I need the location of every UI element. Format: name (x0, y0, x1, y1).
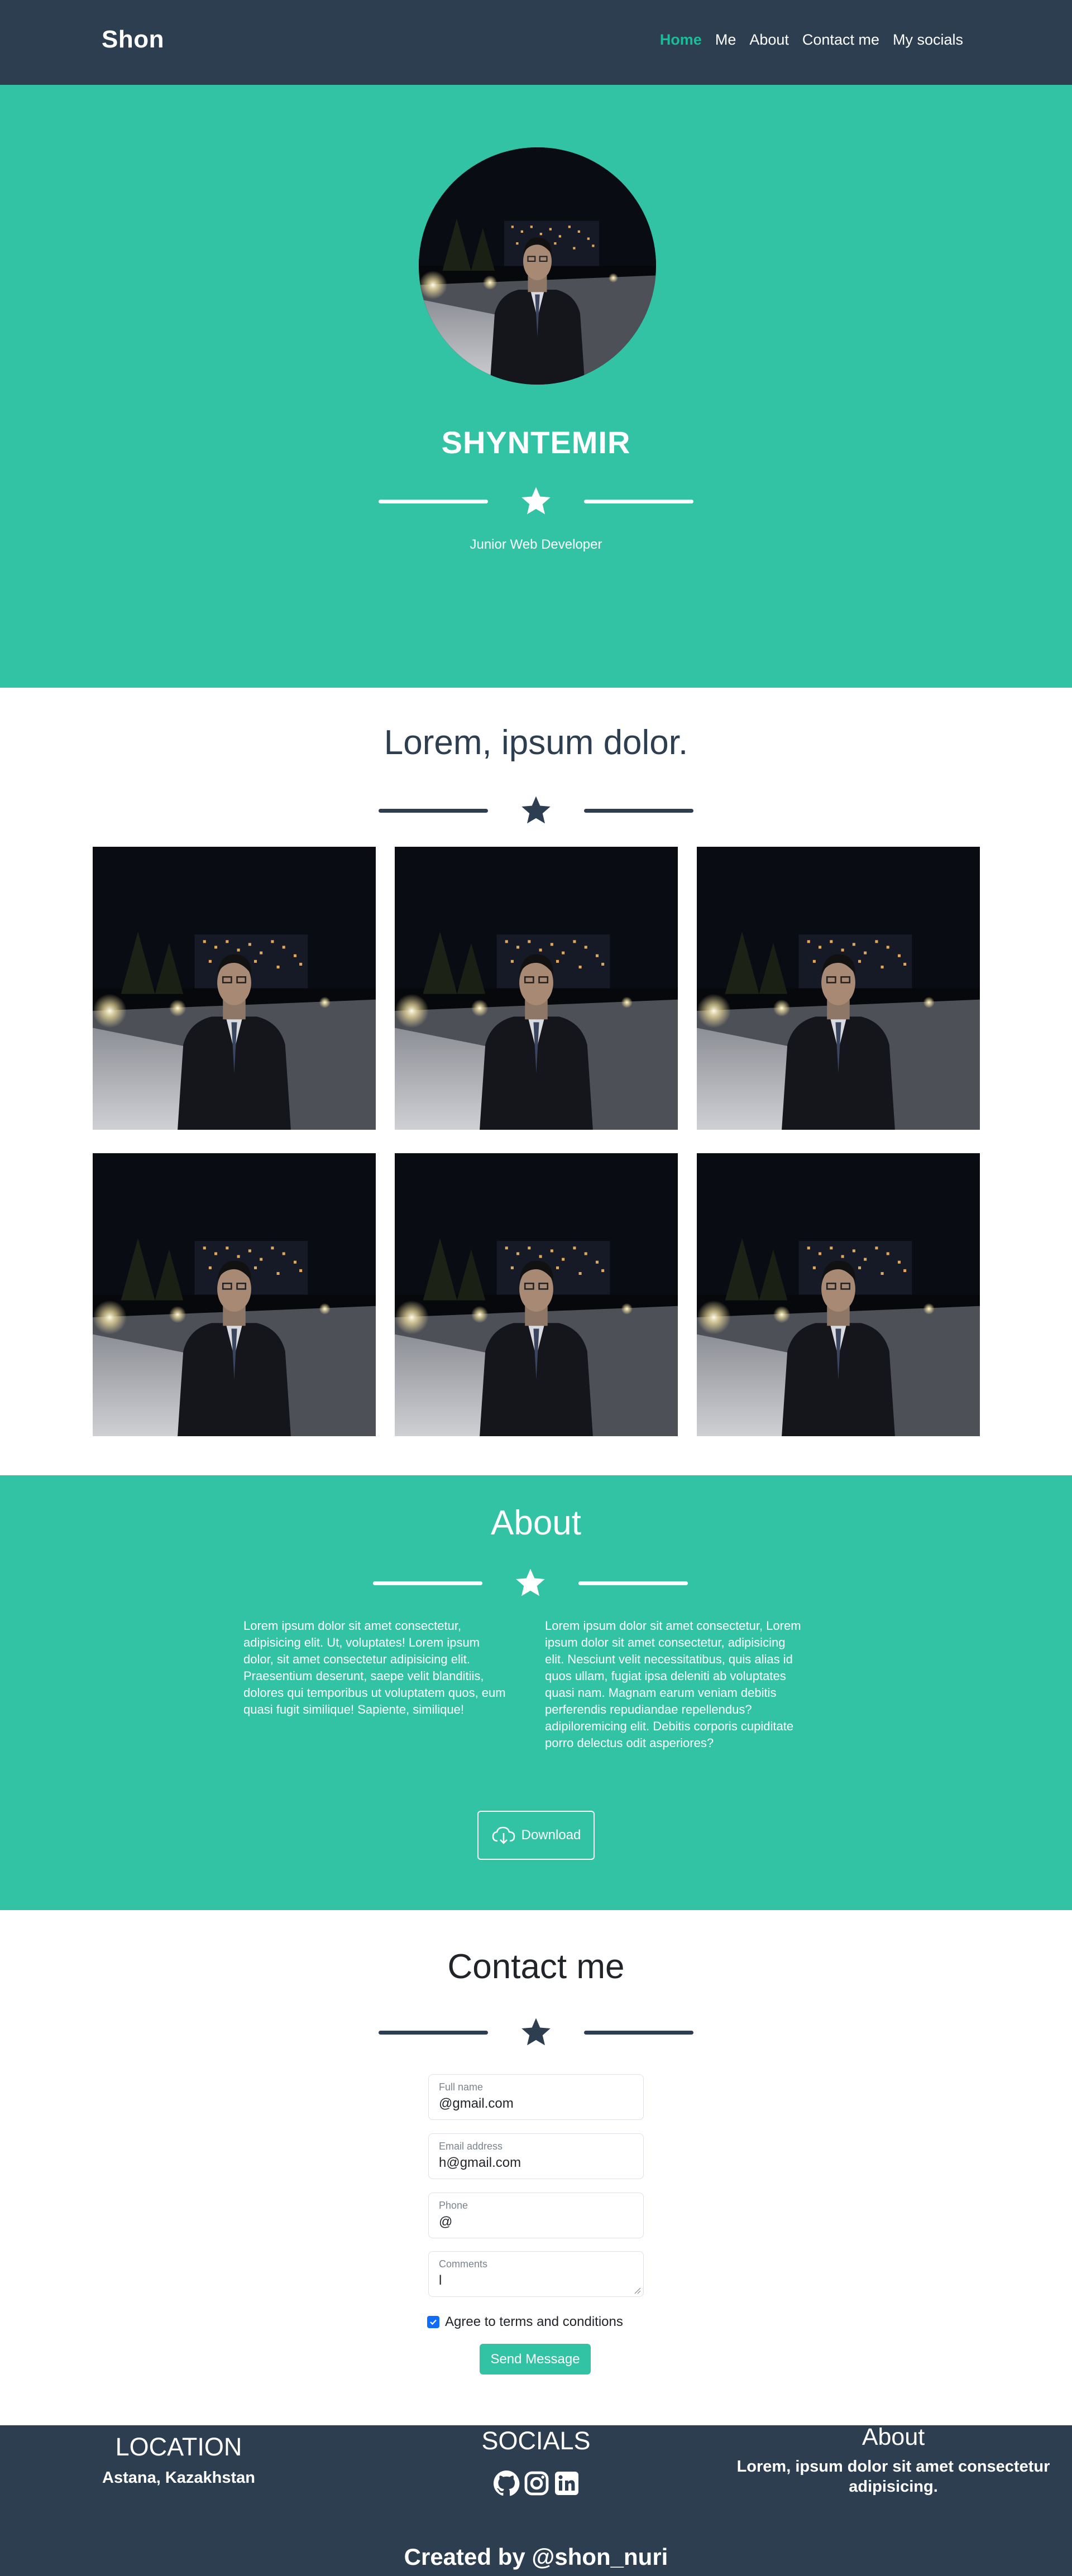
divider-line (584, 2030, 693, 2035)
divider-line (584, 808, 693, 813)
comments-textarea[interactable]: l (439, 2273, 629, 2289)
divider-line (379, 2030, 488, 2035)
star-icon (519, 2016, 553, 2049)
footer-socials-title: SOCIALS (481, 2426, 591, 2455)
star-icon (519, 485, 553, 518)
linkedin-icon[interactable] (553, 2470, 580, 2497)
about-divider (0, 1566, 1066, 1600)
checkmark-icon (430, 2319, 437, 2325)
hero-name: SHYNTEMIR (441, 425, 631, 460)
fullname-field[interactable]: Full name @gmail.com (428, 2074, 644, 2120)
hero-divider (0, 485, 1072, 518)
instagram-icon[interactable] (523, 2470, 550, 2497)
divider-line (584, 499, 693, 503)
nav-link-socials[interactable]: My socials (893, 31, 963, 49)
divider-line (373, 1581, 482, 1585)
footer: LOCATION Astana, Kazakhstan SOCIALS Abou… (0, 2424, 1072, 2576)
nav-link-me[interactable]: Me (715, 31, 736, 49)
fullname-input[interactable]: @gmail.com (439, 2096, 629, 2112)
portfolio-item[interactable] (395, 1153, 678, 1436)
email-field[interactable]: Email address h@gmail.com (428, 2133, 644, 2179)
send-message-button[interactable]: Send Message (480, 2344, 591, 2374)
divider-line (379, 808, 488, 813)
about-text-left: Lorem ipsum dolor sit amet consectetur, … (243, 1619, 506, 1716)
fullname-label: Full name (439, 2081, 484, 2093)
terms-label: Agree to terms and conditions (445, 2314, 623, 2329)
phone-label: Phone (439, 2200, 468, 2211)
comments-label: Comments (439, 2258, 488, 2270)
star-icon (514, 1566, 547, 1600)
contact-title: Contact me (447, 1947, 625, 1986)
nav-links: Home Me About Contact me My socials (660, 31, 963, 49)
footer-about-title: About (862, 2424, 925, 2450)
avatar (419, 147, 656, 385)
star-icon (519, 794, 553, 827)
navbar: Shon Home Me About Contact me My socials (0, 0, 1072, 85)
portfolio-item[interactable] (697, 1153, 980, 1436)
hero-subtitle: Junior Web Developer (470, 537, 602, 552)
divider-line (379, 499, 488, 503)
portfolio-item[interactable] (697, 847, 980, 1130)
portfolio-item[interactable] (93, 847, 376, 1130)
terms-checkbox-row[interactable]: Agree to terms and conditions (427, 2314, 623, 2330)
brand-logo[interactable]: Shon (102, 26, 164, 54)
divider-line (578, 1581, 688, 1585)
footer-location-title: LOCATION (115, 2433, 242, 2461)
resize-handle-icon[interactable] (633, 2286, 641, 2294)
footer-about-text: Lorem, ipsum dolor sit amet consectetur … (736, 2458, 1050, 2496)
cloud-download-icon (492, 1826, 515, 1844)
comments-field[interactable]: Comments l (428, 2251, 644, 2297)
download-label: Download (521, 1827, 581, 1843)
footer-credits: Created by @shon_nuri (404, 2544, 668, 2570)
phone-field[interactable]: Phone @ (428, 2193, 644, 2238)
portfolio-title: Lorem, ipsum dolor. (384, 723, 688, 762)
portfolio-item[interactable] (395, 847, 678, 1130)
nav-link-home[interactable]: Home (660, 31, 702, 49)
portfolio-divider (0, 794, 1072, 827)
email-label: Email address (439, 2141, 503, 2152)
about-text-right: Lorem ipsum dolor sit amet consectetur, … (545, 1619, 801, 1750)
download-button[interactable]: Download (477, 1811, 595, 1860)
contact-divider (0, 2016, 1072, 2049)
github-icon[interactable] (493, 2470, 520, 2497)
footer-location-text: Astana, Kazakhstan (102, 2469, 255, 2487)
nav-link-contact[interactable]: Contact me (802, 31, 879, 49)
email-input[interactable]: h@gmail.com (439, 2155, 629, 2171)
hero-section: SHYNTEMIR Junior Web Developer (0, 85, 1072, 688)
terms-checkbox[interactable] (427, 2316, 439, 2328)
portfolio-item[interactable] (93, 1153, 376, 1436)
social-icons (493, 2470, 580, 2497)
about-title: About (490, 1504, 582, 1542)
phone-input[interactable]: @ (439, 2214, 629, 2230)
nav-link-about[interactable]: About (749, 31, 789, 49)
